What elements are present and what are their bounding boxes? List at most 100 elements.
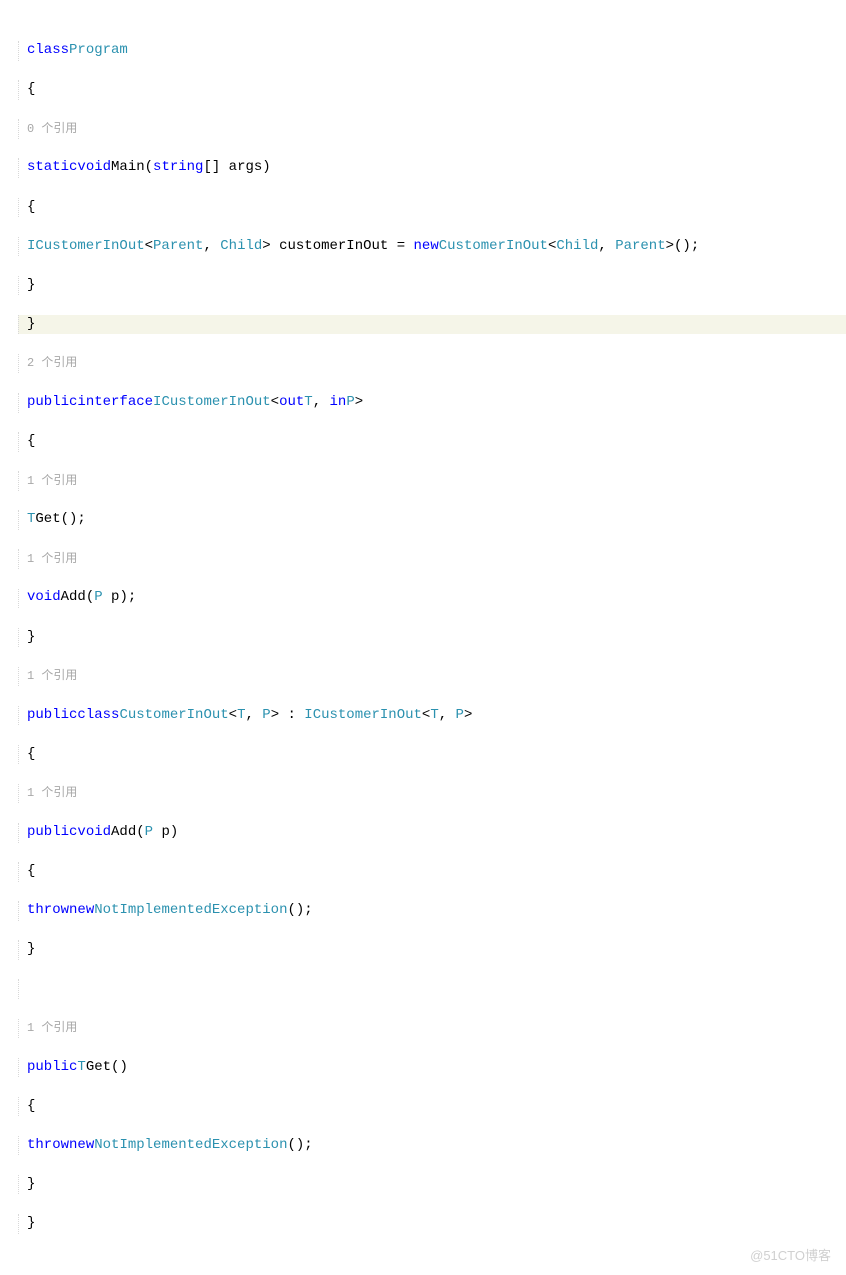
brace: } [27,1175,35,1195]
brace: { [27,198,35,218]
brace: { [27,432,35,452]
brace: } [27,940,35,960]
code-line: 0 个引用 [18,119,846,139]
code-line: } [18,1175,846,1195]
params: [] args) [203,158,270,178]
brace: } [27,1214,35,1234]
type-t: T [304,393,312,413]
type-t: T [77,1058,85,1078]
keyword-throw: throw [27,1136,69,1156]
code-line: ICustomerInOut<Parent, Child> customerIn… [18,237,846,257]
keyword-public: public [27,393,77,413]
type-parent: Parent [153,237,203,257]
code-editor[interactable]: class Program { 0 个引用 static void Main(s… [0,0,846,1275]
keyword-new: new [69,1136,94,1156]
code-line: 1 个引用 [18,784,846,804]
type-name: ICustomerInOut [153,393,271,413]
keyword-void: void [77,158,111,178]
code-line: public void Add(P p) [18,823,846,843]
type-t: T [27,510,35,530]
code-line: { [18,198,846,218]
code-line: throw new NotImplementedException(); [18,1136,846,1156]
code-line: } [18,1214,846,1234]
type-p: P [145,823,153,843]
keyword-void: void [77,823,111,843]
watermark: @51CTO博客 [750,1247,831,1265]
var-decl: > customerInOut = [262,237,413,257]
code-line: 1 个引用 [18,667,846,687]
brace: } [27,276,35,296]
type-p: P [456,706,464,726]
keyword-interface: interface [77,393,153,413]
code-line: 1 个引用 [18,1019,846,1039]
type-exception: NotImplementedException [94,1136,287,1156]
code-line: throw new NotImplementedException(); [18,901,846,921]
keyword-class: class [77,706,119,726]
type-name: CustomerInOut [119,706,228,726]
line-end: p) [153,823,178,843]
brace: { [27,80,35,100]
type-t: T [430,706,438,726]
reference-count[interactable]: 1 个引用 [27,785,77,802]
keyword-new: new [414,237,439,257]
code-line [18,979,846,999]
type-parent: Parent [615,237,665,257]
method-add: Add [111,823,136,843]
code-line: { [18,745,846,765]
type-p: P [262,706,270,726]
brace: } [27,315,35,335]
line-end: p); [103,588,137,608]
type-customer: CustomerInOut [439,237,548,257]
code-line: 1 个引用 [18,549,846,569]
code-line: T Get(); [18,510,846,530]
code-line: { [18,1097,846,1117]
brace: { [27,862,35,882]
method-get: Get [35,510,60,530]
keyword-public: public [27,823,77,843]
code-line: static void Main(string[] args) [18,158,846,178]
code-line: public T Get() [18,1058,846,1078]
code-line: 1 个引用 [18,471,846,491]
type-t: T [237,706,245,726]
code-line: } [18,276,846,296]
reference-count[interactable]: 1 个引用 [27,473,77,490]
reference-count[interactable]: 0 个引用 [27,121,77,138]
reference-count[interactable]: 2 个引用 [27,355,77,372]
keyword-string: string [153,158,203,178]
type-icustomer: ICustomerInOut [27,237,145,257]
colon: > : [271,706,305,726]
keyword-class: class [27,41,69,61]
reference-count[interactable]: 1 个引用 [27,551,77,568]
method-main: Main [111,158,145,178]
code-line: } [18,628,846,648]
line-end: (); [61,510,86,530]
code-line: class Program [18,41,846,61]
line-end: (); [287,1136,312,1156]
type-program: Program [69,41,128,61]
keyword-throw: throw [27,901,69,921]
reference-count[interactable]: 1 个引用 [27,1020,77,1037]
type-child: Child [556,237,598,257]
code-line: public class CustomerInOut<T, P> : ICust… [18,706,846,726]
keyword-public: public [27,1058,77,1078]
method-add: Add [61,588,86,608]
code-line: { [18,80,846,100]
code-line: 2 个引用 [18,354,846,374]
reference-count[interactable]: 1 个引用 [27,668,77,685]
keyword-out: out [279,393,304,413]
method-get: Get [86,1058,111,1078]
keyword-in: in [330,393,347,413]
line-end: () [111,1058,128,1078]
type-p: P [94,588,102,608]
code-line: } [18,940,846,960]
line-end: (); [287,901,312,921]
line-end: >(); [666,237,700,257]
type-child: Child [220,237,262,257]
code-line: public interface ICustomerInOut<out T, i… [18,393,846,413]
brace: { [27,745,35,765]
keyword-new: new [69,901,94,921]
type-p: P [346,393,354,413]
brace: { [27,1097,35,1117]
code-line: { [18,862,846,882]
keyword-public: public [27,706,77,726]
